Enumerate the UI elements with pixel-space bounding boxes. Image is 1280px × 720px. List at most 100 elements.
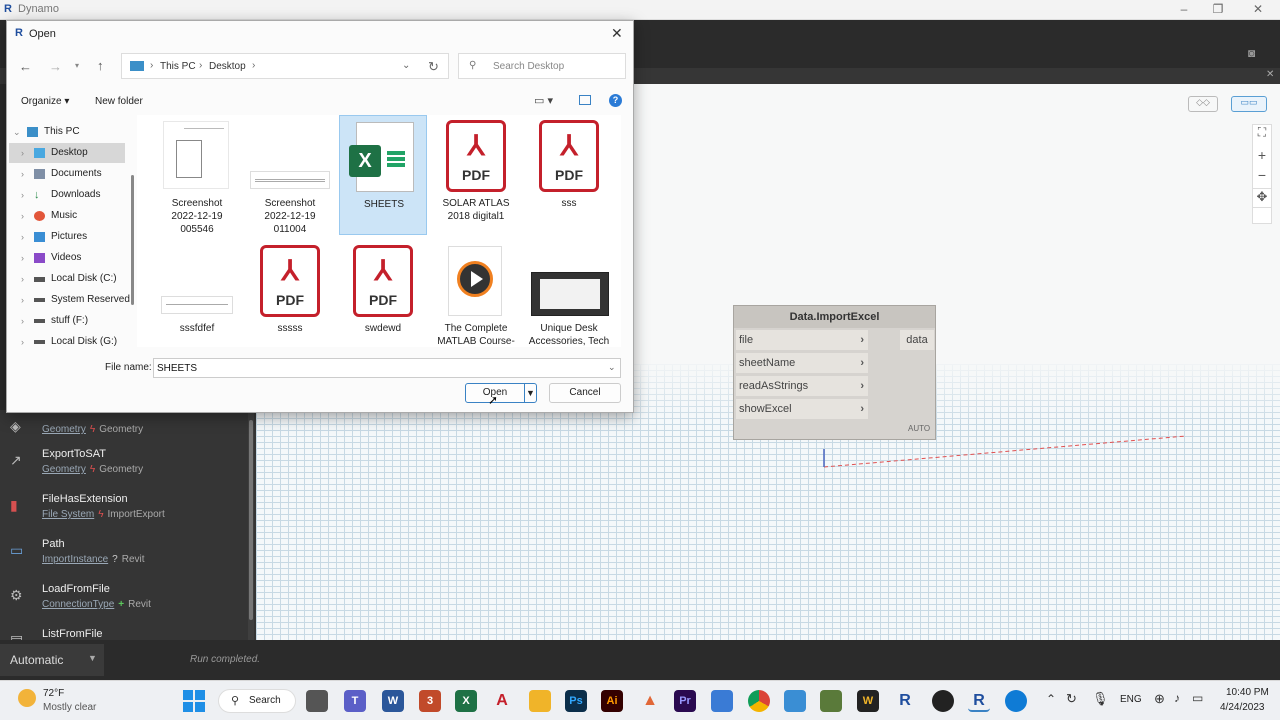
nav-desktop[interactable]: › Desktop	[9, 143, 125, 163]
fit-view-icon[interactable]: ⛶	[1253, 125, 1271, 147]
input-port-showexcel[interactable]: showExcel ›	[736, 399, 868, 419]
file-item-selected[interactable]: X SHEETS	[339, 115, 427, 235]
library-item-loadfromfile[interactable]: ⚙ LoadFromFile ConnectionType + Revit	[0, 581, 248, 626]
photoshop-icon[interactable]: Ps	[565, 690, 587, 712]
cancel-button[interactable]: Cancel	[549, 383, 621, 403]
output-port-data[interactable]: data	[900, 330, 934, 350]
workbench-icon[interactable]: W	[857, 690, 879, 712]
file-item[interactable]: ⅄ PDF sssss	[246, 240, 334, 347]
revit-icon[interactable]: R	[894, 690, 916, 712]
nav-scrollbar[interactable]	[131, 175, 134, 305]
help-icon[interactable]: ?	[609, 94, 622, 107]
file-item[interactable]: sssfdfef	[153, 240, 241, 347]
library-item-exporttosat[interactable]: ↗ ExportToSAT Geometry ϟ Geometry	[0, 446, 248, 491]
windows-start-icon[interactable]	[183, 690, 205, 712]
recent-chevron-icon[interactable]: ▾	[75, 61, 79, 70]
geometry-view-icon[interactable]: ◇◇	[1188, 96, 1218, 112]
nav-local-disk-c[interactable]: › Local Disk (C:)	[9, 269, 125, 289]
file-item[interactable]: Screenshot 2022-12-19 005546	[153, 115, 241, 235]
nav-this-pc[interactable]: ⌄ This PC	[9, 122, 125, 142]
obs-icon[interactable]	[932, 690, 954, 712]
address-dropdown-icon[interactable]: ⌄	[402, 60, 410, 71]
up-icon[interactable]: ↑	[97, 58, 104, 73]
view-options-icon[interactable]: ▭ ▾	[534, 94, 553, 107]
revit-active-icon[interactable]: R	[968, 690, 990, 712]
teams-icon[interactable]: T	[344, 690, 366, 712]
illustrator-icon[interactable]: Ai	[601, 690, 623, 712]
language-indicator[interactable]: ENG	[1120, 694, 1142, 705]
nav-local-disk-g[interactable]: › Local Disk (G:)	[9, 332, 125, 346]
new-folder-button[interactable]: New folder	[95, 96, 143, 107]
open-button[interactable]: Open ▼	[465, 383, 537, 403]
matlab-icon[interactable]: ▲	[639, 690, 661, 712]
nav-videos[interactable]: › Videos	[9, 248, 125, 268]
nav-stuff-f[interactable]: › stuff (F:)	[9, 311, 125, 331]
file-explorer-icon[interactable]	[529, 690, 551, 712]
store-icon[interactable]	[711, 690, 733, 712]
nav-downloads[interactable]: › ↓ Downloads	[9, 185, 125, 205]
clock-time[interactable]: 10:40 PM	[1226, 687, 1269, 698]
input-port-file[interactable]: file ›	[736, 330, 868, 350]
taskbar-search[interactable]: ⚲ Search	[218, 689, 296, 713]
tab-close-icon[interactable]: ✕	[1266, 69, 1274, 80]
file-name-label: File name:	[105, 362, 152, 373]
nav-pictures[interactable]: › Pictures	[9, 227, 125, 247]
import-excel-node[interactable]: Data.ImportExcel file › sheetName › readAs…	[733, 305, 936, 440]
search-input[interactable]: ⚲ Search Desktop	[458, 53, 626, 79]
nav-documents[interactable]: › Documents	[9, 164, 125, 184]
file-item[interactable]: ⅄ PDF sss	[525, 115, 613, 235]
file-item[interactable]: Unique Desk Accessories, Tech	[525, 240, 613, 347]
nav-system-reserved[interactable]: › System Reserved	[9, 290, 130, 310]
dialog-close-icon[interactable]: ✕	[611, 25, 623, 42]
calendar-app-icon[interactable]: 3	[419, 690, 441, 712]
file-item[interactable]: ⅄ PDF swdewd	[339, 240, 427, 347]
breadcrumb-this-pc[interactable]: This PC	[160, 61, 196, 72]
camera-icon[interactable]: ◙	[1248, 46, 1255, 60]
excel-taskbar-icon[interactable]: X	[455, 690, 477, 712]
microphone-icon[interactable]: 🎙	[1092, 691, 1109, 707]
library-item-listfromfile[interactable]: ▤ ListFromFile	[0, 626, 248, 640]
refresh-icon[interactable]: ↻	[428, 59, 439, 75]
chrome-icon[interactable]	[748, 690, 770, 712]
globe-icon[interactable]: ⊕	[1154, 691, 1165, 707]
forward-icon[interactable]: →	[49, 59, 62, 74]
file-item[interactable]: ⅄ PDF SOLAR ATLAS 2018 digital1	[432, 115, 520, 235]
nav-music[interactable]: › Music	[9, 206, 125, 226]
zoom-in-icon[interactable]: +	[1253, 147, 1271, 167]
input-port-readasstrings[interactable]: readAsStrings ›	[736, 376, 868, 396]
run-mode-dropdown[interactable]: Automatic ▼	[0, 644, 104, 676]
graph-view-icon[interactable]: ▭▭	[1231, 96, 1267, 112]
snipping-tool-icon[interactable]	[784, 690, 806, 712]
maximize-icon[interactable]: ❐	[1208, 2, 1228, 16]
premiere-icon[interactable]: Pr	[674, 690, 696, 712]
edge-icon[interactable]	[1005, 690, 1027, 712]
weather-desc[interactable]: Mostly clear	[43, 702, 96, 713]
address-bar[interactable]: › This PC › Desktop › ⌄ ↻	[121, 53, 449, 79]
organize-button[interactable]: Organize ▾	[21, 96, 69, 107]
breadcrumb-desktop[interactable]: Desktop	[209, 61, 246, 72]
back-icon[interactable]: ←	[19, 59, 32, 74]
library-item-filehasextension[interactable]: ▮ FileHasExtension File System ϟ ImportExp…	[0, 491, 248, 536]
preview-pane-icon[interactable]	[579, 95, 591, 105]
library-scrollbar[interactable]	[248, 410, 254, 640]
acrobat-icon[interactable]: A	[491, 690, 513, 712]
library-item-path[interactable]: ▭ Path ImportInstance? Revit	[0, 536, 248, 581]
weather-temp[interactable]: 72°F	[43, 688, 64, 699]
file-item[interactable]: Screenshot 2022-12-19 011004	[246, 115, 334, 235]
clock-date[interactable]: 4/24/2023	[1220, 702, 1265, 713]
word-icon[interactable]: W	[382, 690, 404, 712]
file-item[interactable]: The Complete MATLAB Course-	[432, 240, 520, 347]
input-port-sheetname[interactable]: sheetName ›	[736, 353, 868, 373]
tray-overflow-icon[interactable]: ⌃	[1046, 692, 1056, 706]
app-icon[interactable]	[820, 690, 842, 712]
task-view-icon[interactable]	[306, 690, 328, 712]
minimize-icon[interactable]: –	[1174, 2, 1194, 16]
file-name-input[interactable]: SHEETS ⌄	[153, 358, 621, 378]
battery-icon[interactable]: ▭	[1192, 691, 1203, 705]
zoom-out-icon[interactable]: −	[1253, 167, 1271, 187]
sync-icon[interactable]: ↻	[1066, 691, 1077, 707]
pan-icon[interactable]: ✥	[1252, 188, 1272, 208]
volume-icon[interactable]: ♪	[1174, 691, 1180, 705]
weather-icon[interactable]	[18, 689, 36, 707]
close-icon[interactable]: ✕	[1248, 2, 1268, 16]
